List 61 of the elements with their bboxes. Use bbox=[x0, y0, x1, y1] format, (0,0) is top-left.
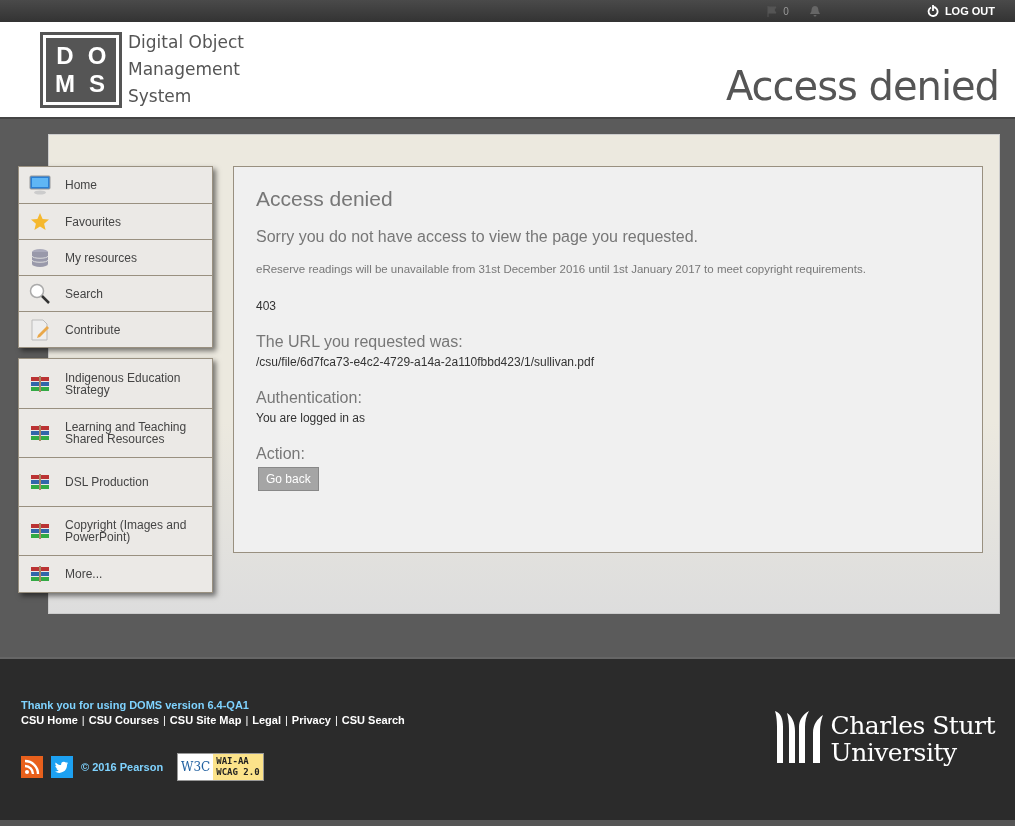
page-title: Access denied bbox=[725, 63, 999, 109]
bird-icon[interactable] bbox=[51, 756, 73, 778]
logo-letter: S bbox=[89, 69, 105, 98]
magnifier-icon bbox=[29, 282, 51, 305]
footer-link[interactable]: Legal bbox=[252, 714, 281, 726]
message-text: Sorry you do not have access to view the page you requested. bbox=[256, 228, 700, 246]
footer-link[interactable]: Privacy bbox=[291, 714, 331, 726]
logo-text: Digital Object bbox=[128, 31, 244, 54]
notice-text: eReserve readings will be unavailable from 31st December 2016 until 1st January 2017 to meet copyright requirements. bbox=[256, 263, 867, 275]
menu-item[interactable]: Learning and Teaching Shared Resources bbox=[19, 408, 212, 457]
logo-text: System bbox=[128, 85, 193, 108]
logo-text: Management bbox=[128, 58, 241, 81]
section-heading: The URL you requested was: bbox=[256, 333, 464, 351]
section-text: /csu/file/6d7fca73-e4c2-4729-a14a-2a110fbbd423/1/sullivan.pdf bbox=[256, 355, 596, 369]
books-icon bbox=[29, 523, 51, 539]
badge-text: WCAG 2.0 bbox=[216, 767, 260, 778]
menu-item[interactable]: More... bbox=[19, 555, 212, 592]
link-separator: | bbox=[81, 714, 85, 726]
university-name: University bbox=[830, 739, 958, 766]
menu-item[interactable]: Home bbox=[19, 167, 212, 203]
bell-icon bbox=[808, 5, 821, 17]
link-separator: | bbox=[335, 714, 338, 726]
badge-text: WAI-AA bbox=[216, 756, 250, 767]
star-icon bbox=[29, 211, 51, 232]
menu-item[interactable]: DSL Production bbox=[19, 457, 212, 506]
link-separator: | bbox=[284, 714, 288, 726]
database-icon bbox=[29, 247, 51, 268]
menu-item[interactable]: Copyright (Images and PowerPoint) bbox=[19, 506, 212, 555]
university-name: Charles Sturt bbox=[830, 712, 995, 739]
footer-link[interactable]: CSU Site Map bbox=[169, 714, 242, 726]
menu-item[interactable]: Favourites bbox=[19, 203, 212, 239]
rss-icon[interactable] bbox=[21, 756, 43, 778]
books-icon bbox=[29, 566, 51, 582]
logo-letter: M bbox=[55, 69, 75, 98]
books-icon bbox=[29, 425, 51, 441]
section-heading: Action: bbox=[256, 445, 306, 463]
menu-item[interactable]: Search bbox=[19, 275, 212, 311]
books-icon bbox=[29, 375, 51, 392]
footer-link[interactable]: CSU Search bbox=[341, 714, 405, 726]
thanks-text: Thank you for using DOMS version 6.4-QA1 bbox=[21, 699, 250, 711]
message-title: Access denied bbox=[256, 187, 394, 211]
copyright-text: © 2016 Pearson bbox=[81, 761, 164, 773]
monitor-icon bbox=[29, 175, 51, 195]
error-code: 403 bbox=[256, 299, 278, 313]
logo-letter: O bbox=[87, 41, 107, 70]
logout-link[interactable]: LOG OUT bbox=[926, 5, 995, 17]
logo-letter: D bbox=[56, 41, 74, 70]
books-icon bbox=[29, 474, 51, 490]
link-separator: | bbox=[163, 714, 166, 726]
link-separator: | bbox=[245, 714, 249, 726]
flag-icon bbox=[767, 5, 778, 17]
menu-item[interactable]: Indigenous Education Strategy bbox=[19, 359, 212, 408]
footer-link[interactable]: CSU Home bbox=[21, 714, 78, 726]
menu-item[interactable]: Contribute bbox=[19, 311, 212, 347]
section-heading: Authentication: bbox=[256, 389, 363, 407]
power-icon bbox=[926, 5, 939, 17]
menu-item[interactable]: My resources bbox=[19, 239, 212, 275]
document-icon bbox=[29, 318, 51, 341]
footer-link[interactable]: CSU Courses bbox=[88, 714, 159, 726]
section-text: You are logged in as bbox=[256, 411, 366, 425]
notification-count: 0 bbox=[783, 5, 789, 17]
